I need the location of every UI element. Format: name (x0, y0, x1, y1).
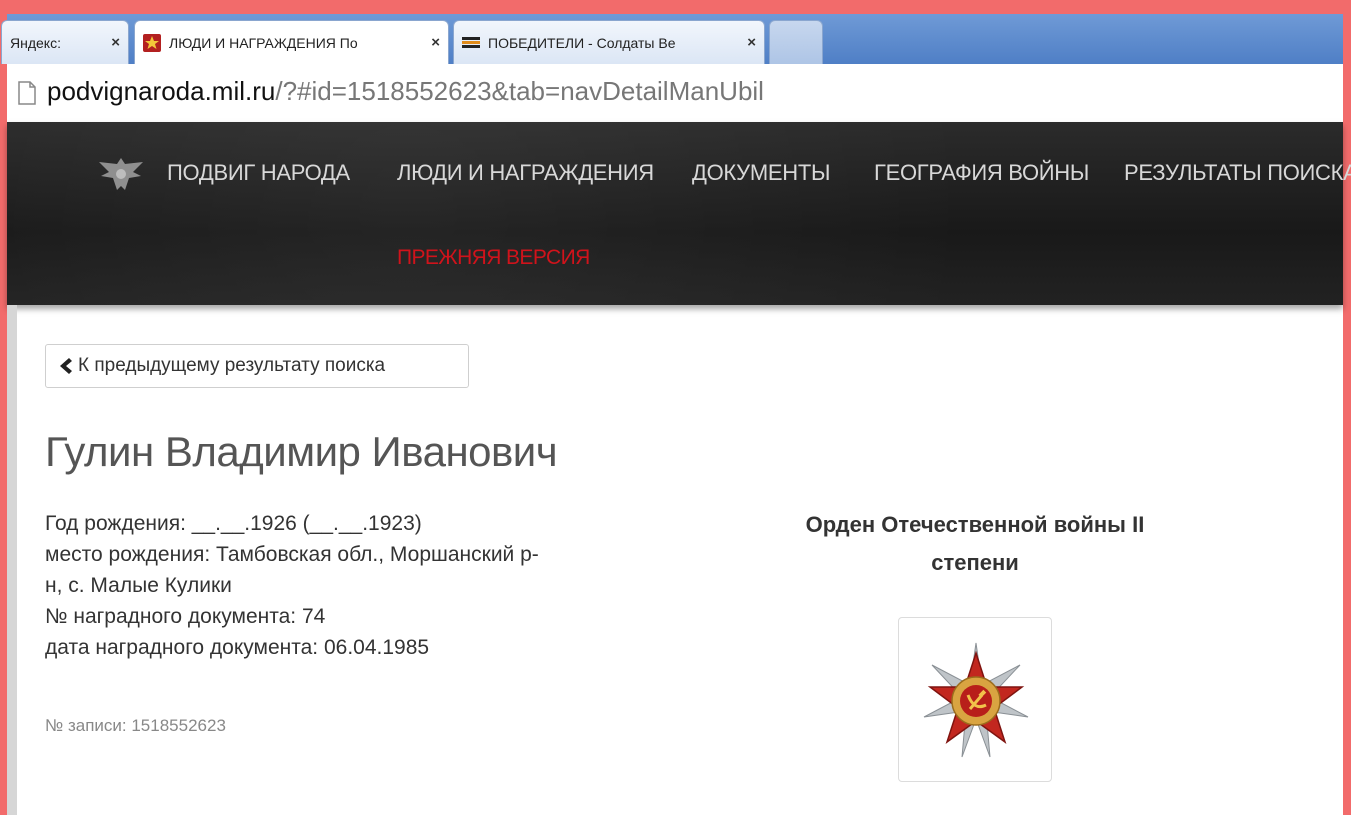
tab-title: Яндекс: (10, 34, 61, 51)
address-bar[interactable]: podvignaroda.mil.ru/?#id=1518552623&tab=… (7, 64, 1343, 123)
back-to-search-button[interactable]: К предыдущему результату поиска (45, 344, 469, 388)
tab-people-awards[interactable]: ЛЮДИ И НАГРАЖДЕНИЯ По × (134, 20, 449, 64)
slide-frame-top (0, 0, 1351, 14)
birth-place-line1: место рождения: Тамбовская обл., Моршанс… (45, 543, 539, 566)
content-left-border (7, 305, 17, 815)
chevron-left-icon (60, 358, 72, 374)
tab-close-icon[interactable]: × (431, 34, 440, 51)
award-image[interactable] (898, 617, 1052, 782)
nav-search-results[interactable]: РЕЗУЛЬТАТЫ ПОИСКА (1124, 160, 1351, 186)
award-title-line2: степени (931, 550, 1019, 575)
person-name: Гулин Владимир Иванович (45, 428, 558, 475)
person-details: Год рождения: __.__.1926 (__.__.1923) ме… (45, 508, 685, 663)
slide-frame-left (0, 0, 7, 815)
nav-war-geography[interactable]: ГЕОГРАФИЯ ВОЙНЫ (874, 160, 1089, 186)
order-patriotic-war-icon (923, 642, 1029, 758)
tab-title: ЛЮДИ И НАГРАЖДЕНИЯ По (169, 34, 358, 51)
nav-brand-link[interactable]: ПОДВИГ НАРОДА (167, 160, 350, 186)
award-document-number: № наградного документа: 74 (45, 605, 326, 628)
site-navigation: ПОДВИГ НАРОДА ЛЮДИ И НАГРАЖДЕНИЯ ДОКУМЕН… (7, 122, 1351, 305)
birth-place-line2: н, с. Малые Кулики (45, 574, 232, 597)
url-host: podvignaroda.mil.ru (47, 76, 276, 106)
back-button-label: К предыдущему результату поиска (78, 355, 386, 376)
new-tab-button[interactable] (769, 20, 823, 64)
award-favicon-icon (143, 33, 161, 52)
nav-documents[interactable]: ДОКУМЕНТЫ (692, 160, 830, 186)
url-text[interactable]: podvignaroda.mil.ru/?#id=1518552623&tab=… (47, 76, 764, 107)
old-version-link[interactable]: ПРЕЖНЯЯ ВЕРСИЯ (397, 246, 590, 270)
record-number: № записи: 1518552623 (45, 716, 226, 735)
award-title-line1: Орден Отечественной войны II (805, 512, 1145, 537)
tab-title: ПОБЕДИТЕЛИ - Солдаты Ве (488, 34, 676, 51)
page-icon (18, 81, 36, 105)
tab-winners[interactable]: ПОБЕДИТЕЛИ - Солдаты Ве × (453, 20, 765, 64)
slide-frame-right (1343, 0, 1351, 815)
url-path: /?#id=1518552623&tab=navDetailManUbil (275, 76, 764, 106)
ribbon-favicon-icon (462, 36, 480, 48)
eagle-emblem-icon[interactable] (95, 152, 147, 196)
tab-yandex[interactable]: Яндекс: × (1, 20, 129, 64)
birth-year: Год рождения: __.__.1926 (__.__.1923) (45, 512, 422, 535)
award-title: Орден Отечественной войны II степени (745, 506, 1205, 582)
nav-people-awards[interactable]: ЛЮДИ И НАГРАЖДЕНИЯ (397, 160, 654, 186)
award-document-date: дата наградного документа: 06.04.1985 (45, 636, 430, 659)
browser-tab-strip: Яндекс: × ЛЮДИ И НАГРАЖДЕНИЯ По × ПОБЕДИ… (1, 14, 1343, 64)
tab-close-icon[interactable]: × (111, 34, 120, 51)
tab-close-icon[interactable]: × (747, 34, 756, 51)
